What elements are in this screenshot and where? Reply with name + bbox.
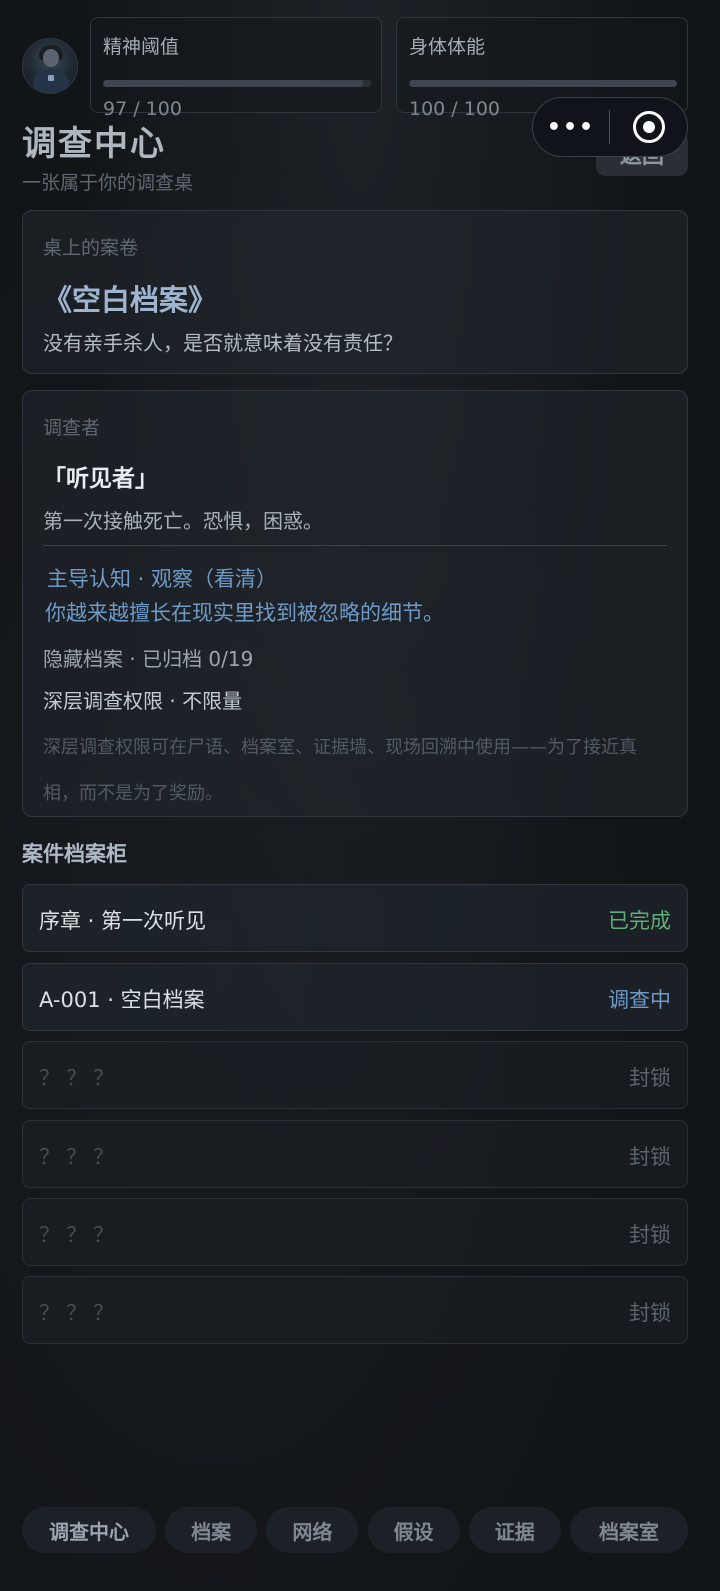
deep-investigation-access: 深层调查权限 · 不限量 <box>43 689 243 713</box>
close-miniprogram-button[interactable] <box>610 111 687 143</box>
tab-investigation-center[interactable]: 调查中心 <box>22 1507 156 1553</box>
deep-investigation-note: 深层调查权限可在尸语、档案室、证据墙、现场回溯中使用——为了接近真相，而不是为了… <box>43 737 637 804</box>
current-case-title: 《空白档案》 <box>43 283 218 317</box>
current-case-question: 没有亲手杀人，是否就意味着没有责任？ <box>43 331 403 355</box>
avatar-badge <box>48 75 54 81</box>
page-title: 调查中心 <box>22 124 166 164</box>
case-row-locked[interactable]: ？？？ 封锁 <box>22 1198 688 1266</box>
case-row-status: 已完成 <box>608 909 671 933</box>
case-row-status: 调查中 <box>608 988 671 1012</box>
case-row-name: 序章 · 第一次听见 <box>39 909 207 933</box>
case-cabinet-title: 案件档案柜 <box>22 842 127 866</box>
physical-stamina-fill <box>409 80 677 87</box>
case-row-prologue[interactable]: 序章 · 第一次听见 已完成 <box>22 884 688 952</box>
physical-stamina-bar <box>409 80 677 87</box>
case-row-status: 封锁 <box>629 1223 671 1247</box>
avatar-uniform <box>33 69 69 93</box>
case-row-a001[interactable]: A-001 · 空白档案 调查中 <box>22 963 688 1031</box>
dominant-cognition: 主导认知 · 观察（看清） <box>47 567 278 591</box>
case-row-name: ？？？ <box>39 1301 120 1325</box>
case-row-name: ？？？ <box>39 1066 120 1090</box>
miniprogram-capsule: ••• <box>532 97 688 157</box>
investigator-card: 调查者 「听见者」 第一次接触死亡。恐惧，困惑。 主导认知 · 观察（看清） 你… <box>22 390 688 817</box>
tab-hypothesis[interactable]: 假设 <box>367 1507 460 1553</box>
bottom-tab-bar: 调查中心 档案 网络 假设 证据 档案室 <box>22 1507 688 1553</box>
current-case-caption: 桌上的案卷 <box>43 237 139 259</box>
tab-files[interactable]: 档案 <box>165 1507 258 1553</box>
dominant-cognition-description: 你越来越擅长在现实里找到被忽略的细节。 <box>45 601 444 625</box>
case-row-locked[interactable]: ？？？ 封锁 <box>22 1041 688 1109</box>
mind-threshold-fill <box>103 80 363 87</box>
case-row-locked[interactable]: ？？？ 封锁 <box>22 1276 688 1344</box>
case-row-name: A-001 · 空白档案 <box>39 988 205 1012</box>
investigator-description: 第一次接触死亡。恐惧，困惑。 <box>43 509 323 533</box>
case-row-name: ？？？ <box>39 1145 120 1169</box>
case-row-status: 封锁 <box>629 1301 671 1325</box>
case-row-status: 封锁 <box>629 1145 671 1169</box>
mind-threshold-label: 精神阈值 <box>103 36 180 58</box>
page-subtitle: 一张属于你的调查桌 <box>22 172 194 194</box>
tab-network[interactable]: 网络 <box>266 1507 359 1553</box>
case-row-status: 封锁 <box>629 1066 671 1090</box>
target-icon <box>632 111 665 143</box>
avatar[interactable] <box>22 38 78 94</box>
current-case-card[interactable]: 桌上的案卷 《空白档案》 没有亲手杀人，是否就意味着没有责任？ <box>22 210 688 374</box>
case-row-name: ？？？ <box>39 1223 120 1247</box>
more-options-button[interactable]: ••• <box>533 115 609 140</box>
tab-archive-room[interactable]: 档案室 <box>569 1507 688 1553</box>
investigator-name: 「听见者」 <box>43 466 158 492</box>
case-row-locked[interactable]: ？？？ 封锁 <box>22 1120 688 1188</box>
avatar-head <box>43 49 59 67</box>
divider <box>43 545 667 546</box>
hidden-files-progress: 隐藏档案 · 已归档 0/19 <box>43 647 254 671</box>
physical-stamina-label: 身体体能 <box>409 36 486 58</box>
physical-stamina-value: 100 / 100 <box>409 98 501 120</box>
tab-evidence[interactable]: 证据 <box>468 1507 561 1553</box>
mind-threshold-panel: 精神阈值 97 / 100 <box>90 17 382 120</box>
investigator-caption: 调查者 <box>43 417 101 439</box>
mind-threshold-bar <box>103 80 371 87</box>
